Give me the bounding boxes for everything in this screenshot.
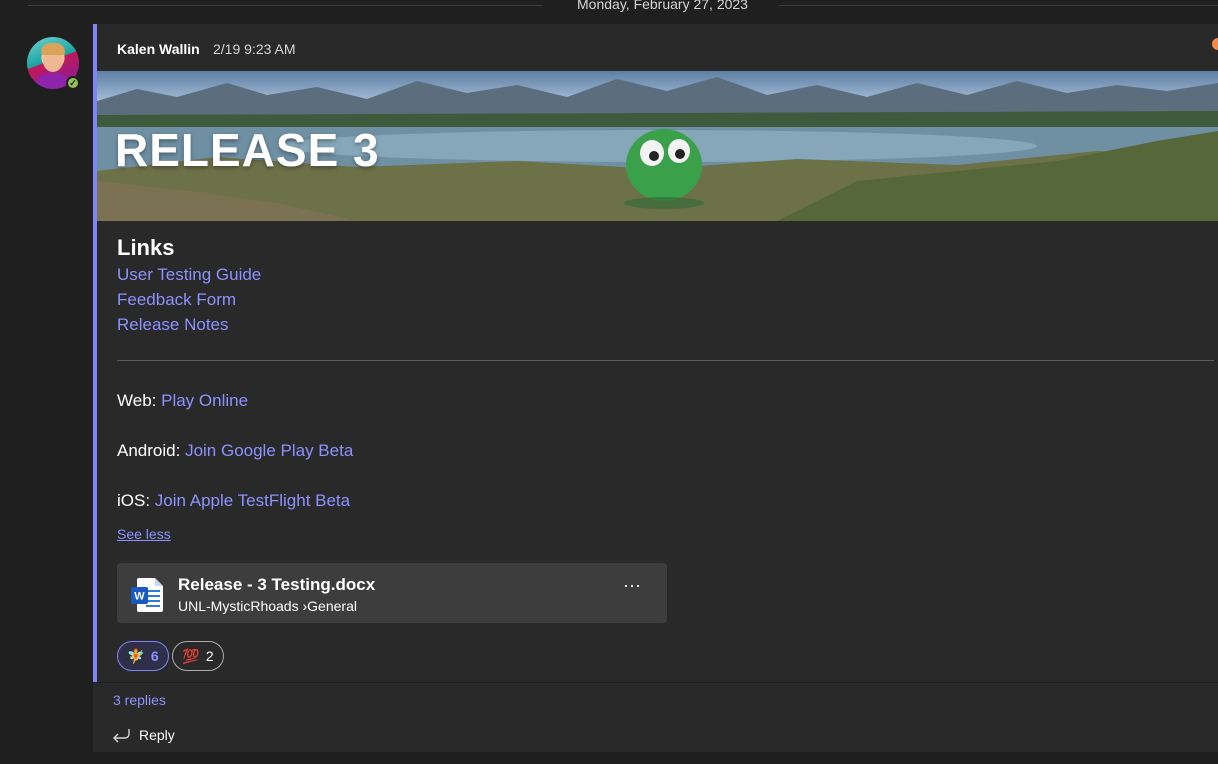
replies-section: 3 replies Reply [93,682,1218,752]
svg-text:W: W [134,591,145,603]
web-label: Web: [117,391,157,410]
date-label: Monday, February 27, 2023 [577,0,748,12]
android-label: Android: [117,441,181,460]
banner-title: RELEASE 3 [115,124,380,176]
message-card: Kalen Wallin 2/19 9:23 AM RELEASE 3 Link… [93,24,1218,682]
ios-label: iOS: [117,491,151,510]
date-divider: Monday, February 27, 2023 [0,0,1218,14]
author-name[interactable]: Kalen Wallin [117,41,200,57]
link-feedback-form[interactable]: Feedback Form [117,290,236,310]
web-line: Web: Play Online [117,391,248,411]
more-options-button[interactable]: ··· [617,575,647,599]
link-user-testing-guide[interactable]: User Testing Guide [117,265,261,285]
android-line: Android: Join Google Play Beta [117,441,353,461]
link-google-play-beta[interactable]: Join Google Play Beta [185,441,353,460]
link-testflight-beta[interactable]: Join Apple TestFlight Beta [155,491,350,510]
link-release-notes[interactable]: Release Notes [117,315,229,335]
reply-button[interactable]: Reply [111,725,175,745]
message-timestamp: 2/19 9:23 AM [213,41,296,57]
reaction-count: 6 [150,648,159,664]
word-icon: W [131,578,163,612]
hundred-emoji-icon: 💯 [182,647,200,664]
horizontal-rule [117,360,1214,361]
status-dot [1212,38,1218,50]
channel-name: General [307,598,357,614]
release-banner-image: RELEASE 3 [97,71,1218,221]
divider-line-left [28,5,543,6]
divider-line-right [779,5,1218,6]
replies-link[interactable]: 3 replies [113,692,166,708]
reply-label: Reply [139,727,175,743]
see-less-link[interactable]: See less [117,526,171,542]
team-name: UNL-MysticRhoads [178,598,299,614]
reaction-fairy[interactable]: 🧚 6 [117,641,169,671]
links-heading: Links [117,235,175,260]
reaction-count: 2 [205,648,214,664]
file-location: UNL-MysticRhoads ›General [178,598,357,614]
link-play-online[interactable]: Play Online [161,391,248,410]
fairy-emoji-icon: 🧚 [127,647,145,664]
reaction-hundred[interactable]: 💯 2 [172,641,224,671]
file-name[interactable]: Release - 3 Testing.docx [178,575,375,595]
ios-line: iOS: Join Apple TestFlight Beta [117,491,350,511]
file-attachment-card[interactable]: W Release - 3 Testing.docx UNL-MysticRho… [117,563,667,623]
presence-available-icon: ✓ [66,76,80,90]
reply-arrow-icon [113,729,130,743]
